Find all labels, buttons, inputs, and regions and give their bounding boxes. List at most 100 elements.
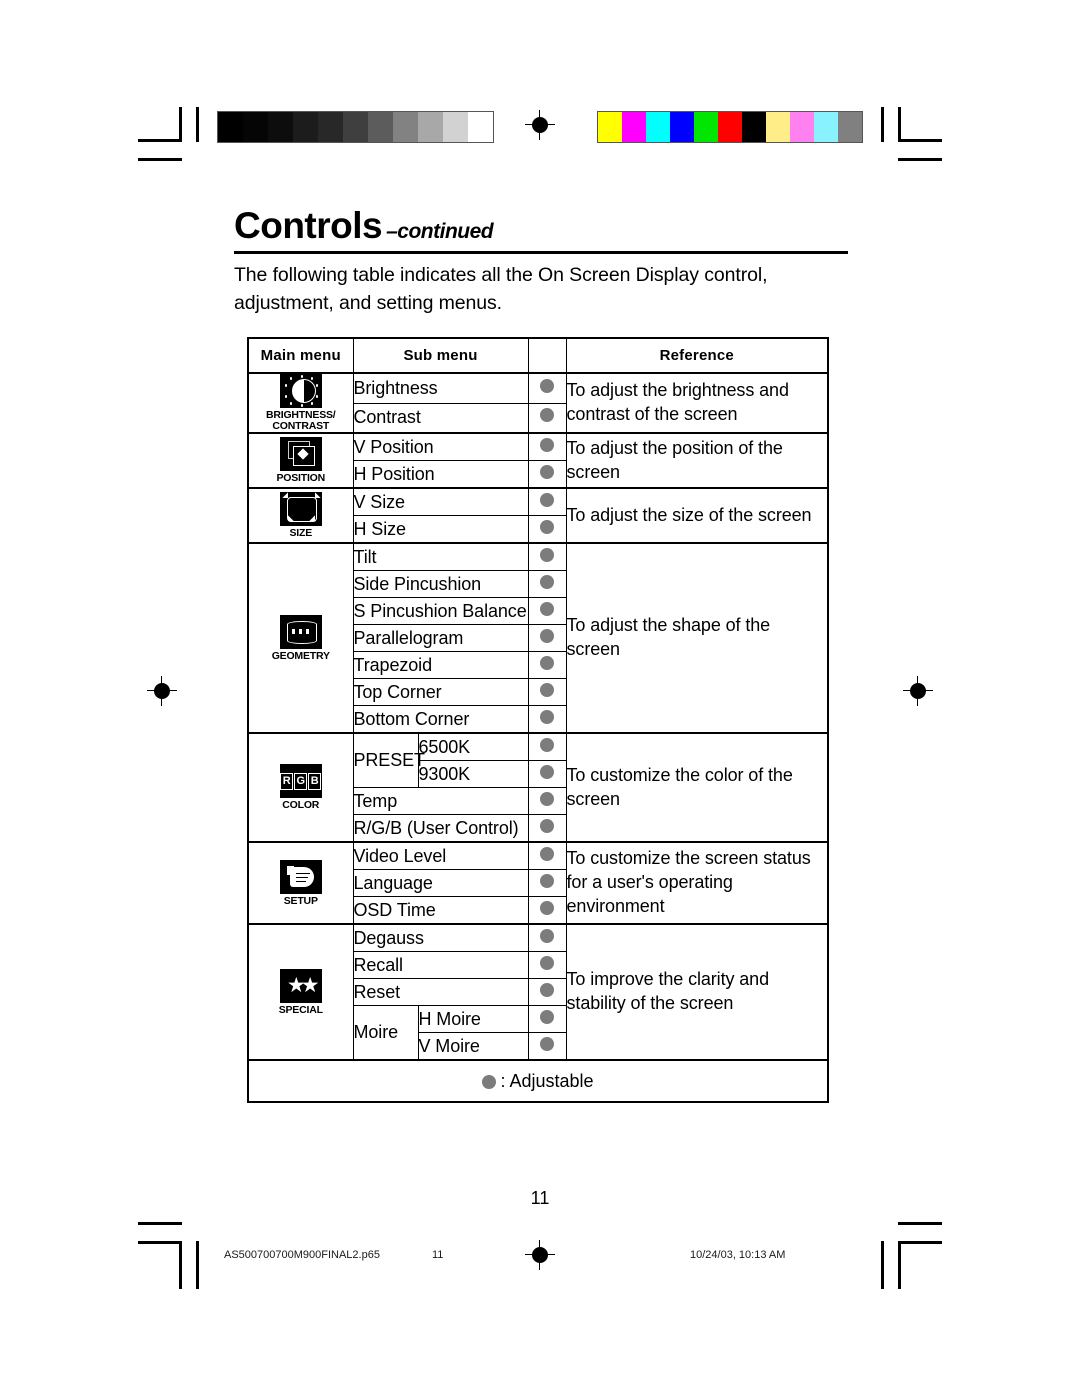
table-row: ★★ SPECIAL Degauss To improve the clarity a… xyxy=(247,923,829,1061)
main-menu-cell[interactable]: ★★ SPECIAL xyxy=(247,923,354,1061)
setup-hand-icon xyxy=(279,859,322,894)
footer-filename: AS500700700M900FINAL2.p65 xyxy=(224,1249,380,1261)
sub-menu-cell[interactable]: Reset xyxy=(352,978,529,1007)
main-menu-label: POSITION xyxy=(276,472,326,485)
grayscale-swatch xyxy=(293,112,318,142)
sub-menu-parent-cell[interactable]: Moire xyxy=(352,1005,419,1061)
sub-menu-cell[interactable]: H Position xyxy=(352,460,529,489)
sub-menu-cell[interactable]: Contrast xyxy=(352,402,529,434)
sub-menu-cell[interactable]: OSD Time xyxy=(352,896,529,925)
adjustable-dot-icon xyxy=(540,574,555,589)
color-swatch xyxy=(694,112,718,142)
color-swatch xyxy=(670,112,694,142)
heading-rule xyxy=(234,251,848,254)
sub-menu-parent-cell[interactable]: PRESET xyxy=(352,732,425,789)
sub-menu-cell[interactable]: S Pincushion Balance xyxy=(352,597,529,626)
color-swatch xyxy=(814,112,838,142)
header-dot-column xyxy=(527,337,567,374)
adjustable-dot-icon xyxy=(540,519,555,534)
header-sub-menu: Sub menu xyxy=(352,337,529,374)
sub-menu-cell[interactable]: Tilt xyxy=(352,542,529,572)
adjustable-indicator-cell xyxy=(527,487,567,517)
legend-row: : Adjustable xyxy=(247,1059,829,1103)
color-swatch xyxy=(766,112,790,142)
adjustable-indicator-cell xyxy=(527,678,567,707)
page-number: 11 xyxy=(530,1188,550,1208)
adjustable-dot-icon xyxy=(540,682,555,697)
special-star-icon: ★★ xyxy=(279,968,322,1003)
adjustable-dot-icon xyxy=(540,818,555,833)
adjustable-indicator-cell xyxy=(527,787,567,816)
adjustable-indicator-cell xyxy=(527,515,567,544)
adjustable-dot-icon xyxy=(540,601,555,616)
main-menu-label: SIZE xyxy=(289,527,313,540)
legend-text: : Adjustable xyxy=(500,1070,594,1091)
table-row: R G B COLOR PRESET 6500K To customize the colo… xyxy=(247,732,829,843)
main-menu-label: GEOMETRY xyxy=(271,649,330,662)
sub-menu-cell[interactable]: Side Pincushion xyxy=(352,570,529,599)
adjustable-dot-icon xyxy=(540,873,555,888)
adjustable-dot-icon xyxy=(540,846,555,861)
grayscale-swatch xyxy=(418,112,443,142)
adjustable-dot-icon xyxy=(540,437,555,452)
adjustable-dot-icon xyxy=(540,928,555,943)
adjustable-indicator-cell xyxy=(527,841,567,871)
sub-menu-cell[interactable]: Parallelogram xyxy=(352,624,529,653)
grayscale-swatch xyxy=(318,112,343,142)
sub-menu-cell[interactable]: Language xyxy=(352,869,529,898)
sub-menu-cell[interactable]: H Size xyxy=(352,515,529,544)
adjustable-indicator-cell xyxy=(527,402,567,434)
main-menu-cell[interactable]: SETUP xyxy=(247,841,354,925)
grayscale-swatch xyxy=(243,112,268,142)
sub-menu-option-cell[interactable]: 9300K xyxy=(417,760,529,789)
sub-menu-option-cell[interactable]: 6500K xyxy=(417,732,529,762)
footer-page-number: 11 xyxy=(432,1249,444,1261)
color-swatch xyxy=(742,112,766,142)
adjustable-dot-icon xyxy=(540,709,555,724)
main-menu-cell[interactable]: R G B COLOR xyxy=(247,732,354,843)
page-heading: Controls –continued xyxy=(234,205,848,254)
sub-menu-cell[interactable]: Top Corner xyxy=(352,678,529,707)
position-icon xyxy=(279,437,322,472)
main-menu-cell[interactable]: GEOMETRY xyxy=(247,542,354,734)
adjustable-indicator-cell xyxy=(527,542,567,572)
main-menu-cell[interactable]: POSITION xyxy=(247,432,354,489)
sub-menu-cell[interactable]: Degauss xyxy=(352,923,529,953)
header-reference: Reference xyxy=(565,337,829,374)
grayscale-swatch xyxy=(343,112,368,142)
brightness-contrast-icon xyxy=(279,374,322,408)
grayscale-swatch xyxy=(443,112,468,142)
adjustable-indicator-cell xyxy=(527,624,567,653)
sub-menu-option-cell[interactable]: V Moire xyxy=(417,1032,529,1061)
adjustable-indicator-cell xyxy=(527,597,567,626)
adjustable-indicator-cell xyxy=(527,1005,567,1034)
reference-cell: To adjust the position of the screen xyxy=(565,432,829,489)
sub-menu-cell[interactable]: V Position xyxy=(352,432,529,462)
grayscale-swatch xyxy=(268,112,293,142)
table-row: SETUP Video Level To customize the screen … xyxy=(247,841,829,925)
adjustable-indicator-cell xyxy=(527,460,567,489)
reference-cell: To adjust the brightness and contrast of… xyxy=(565,371,829,434)
sub-menu-cell[interactable]: V Size xyxy=(352,487,529,517)
sub-menu-cell[interactable]: Brightness xyxy=(352,371,529,404)
sub-menu-option-cell[interactable]: H Moire xyxy=(417,1005,529,1034)
adjustable-indicator-cell xyxy=(527,923,567,953)
main-menu-label-line2: CONTRAST xyxy=(272,420,330,433)
reference-cell: To customize the screen status for a use… xyxy=(565,841,829,925)
reference-cell: To improve the clarity and stability of … xyxy=(565,923,829,1061)
sub-menu-cell[interactable]: Bottom Corner xyxy=(352,705,529,734)
sub-menu-cell[interactable]: Temp xyxy=(352,787,529,816)
sub-menu-cell[interactable]: R/G/B (User Control) xyxy=(352,814,529,843)
sub-menu-cell[interactable]: Recall xyxy=(352,951,529,980)
page-title: Controls xyxy=(234,205,383,246)
sub-menu-cell[interactable]: Video Level xyxy=(352,841,529,871)
main-menu-cell[interactable]: SIZE xyxy=(247,487,354,544)
main-menu-label: SETUP xyxy=(283,894,318,907)
color-swatch xyxy=(598,112,622,142)
registration-mark-left xyxy=(147,676,177,706)
sub-menu-cell[interactable]: Trapezoid xyxy=(352,651,529,680)
main-menu-cell[interactable]: BRIGHTNESS/CONTRAST xyxy=(247,371,354,434)
adjustable-indicator-cell xyxy=(527,371,567,404)
color-rgb-icon: RGB xyxy=(279,764,322,799)
adjustable-dot-icon xyxy=(540,900,555,915)
